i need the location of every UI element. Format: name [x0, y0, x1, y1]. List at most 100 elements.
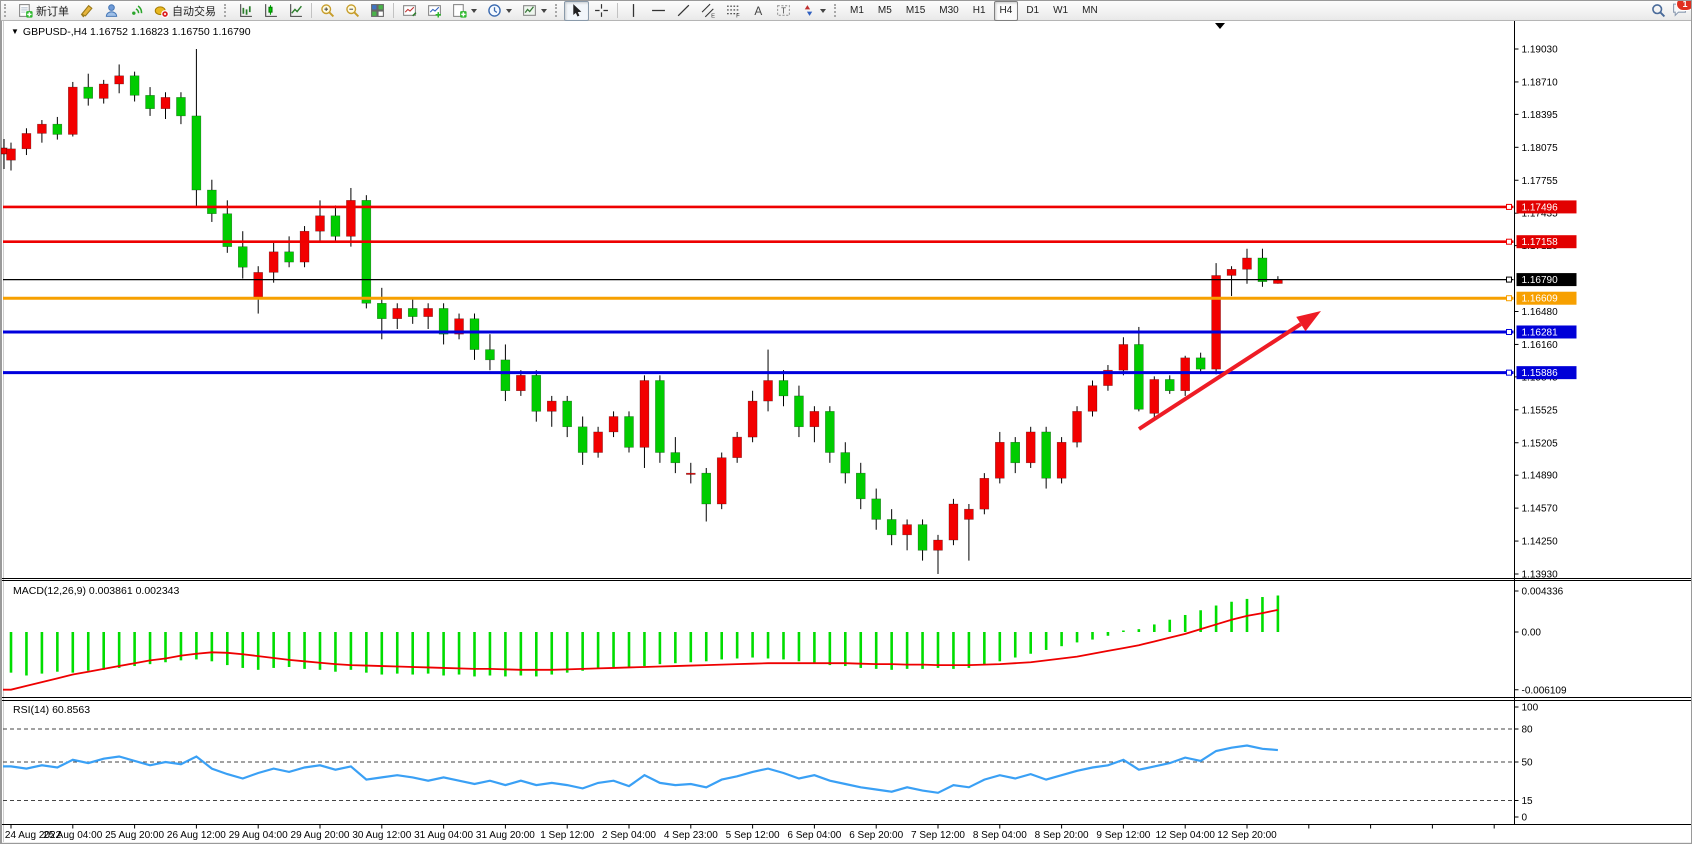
- trendline-tool-button[interactable]: [671, 1, 696, 21]
- new-chart-button[interactable]: [447, 1, 482, 21]
- bull-candle: [1119, 344, 1128, 370]
- bull-candle: [424, 308, 433, 316]
- crosshair-icon: [594, 3, 609, 18]
- timeframe-button-d1[interactable]: D1: [1020, 1, 1045, 21]
- templates-button[interactable]: [517, 1, 552, 21]
- bull-candle: [1026, 432, 1035, 463]
- bull-candle: [964, 509, 973, 519]
- svg-text:25 Aug 20:00: 25 Aug 20:00: [105, 830, 164, 841]
- chart-title: ▼GBPUSD-,H4 1.16752 1.16823 1.16750 1.16…: [11, 26, 251, 38]
- timeframe-button-m15[interactable]: M15: [900, 1, 931, 21]
- timeframe-button-h1[interactable]: H1: [967, 1, 992, 21]
- svg-text:1.16160: 1.16160: [1522, 340, 1559, 351]
- bull-candle: [686, 473, 695, 474]
- svg-text:1.14890: 1.14890: [1522, 471, 1559, 482]
- vertical-line-tool-button[interactable]: [621, 1, 646, 21]
- svg-text:1.18395: 1.18395: [1522, 110, 1559, 121]
- bear-candle: [130, 76, 139, 96]
- toolbar-grip[interactable]: [4, 4, 11, 17]
- label-tool-button[interactable]: T: [771, 1, 796, 21]
- periods-button[interactable]: [482, 1, 517, 21]
- text-a-icon: A: [751, 3, 766, 18]
- bull-candle: [393, 308, 402, 318]
- horizontal-line-icon: [651, 3, 666, 18]
- chart-frame: [1, 20, 1692, 844]
- main-toolbar: 新订单 自动交易: [1, 1, 1692, 21]
- vertical-line-icon: [626, 3, 641, 18]
- crosshair-tool-button[interactable]: [589, 1, 614, 21]
- new-order-button[interactable]: 新订单: [13, 1, 74, 21]
- notifications-button[interactable]: 1: [1672, 2, 1687, 20]
- svg-text:29 Aug 04:00: 29 Aug 04:00: [229, 830, 288, 841]
- toolbar-grip[interactable]: [224, 4, 231, 17]
- community-button[interactable]: [99, 1, 124, 21]
- svg-text:1.15205: 1.15205: [1522, 438, 1559, 449]
- bear-candle: [377, 303, 386, 318]
- chevron-down-icon: [471, 9, 477, 13]
- price-badge-1.16609: 1.16609: [1507, 292, 1577, 305]
- timeframe-button-mn[interactable]: MN: [1076, 1, 1104, 21]
- channel-tool-button[interactable]: E: [696, 1, 721, 21]
- person-icon: [104, 3, 119, 18]
- candlestick-mode-button[interactable]: [258, 1, 283, 21]
- chevron-down-icon: [506, 9, 512, 13]
- svg-text:1.16480: 1.16480: [1522, 307, 1559, 318]
- bull-candle: [161, 97, 170, 108]
- svg-text:26 Aug 12:00: 26 Aug 12:00: [167, 830, 226, 841]
- svg-text:31 Aug 20:00: 31 Aug 20:00: [476, 830, 535, 841]
- bear-candle: [192, 116, 201, 190]
- bear-candle: [470, 319, 479, 350]
- svg-text:0.00: 0.00: [1522, 628, 1542, 639]
- styler-button[interactable]: [74, 1, 99, 21]
- bear-candle: [1196, 358, 1205, 369]
- zoom-out-button[interactable]: [340, 1, 365, 21]
- svg-text:F: F: [736, 13, 740, 18]
- svg-text:4 Sep 23:00: 4 Sep 23:00: [664, 830, 718, 841]
- bull-candle: [7, 149, 16, 160]
- auto-trading-button[interactable]: 自动交易: [149, 1, 221, 21]
- tile-windows-button[interactable]: [365, 1, 390, 21]
- indicator-list-button[interactable]: [397, 1, 422, 21]
- price-badge-1.16281: 1.16281: [1507, 325, 1577, 338]
- toolbar-grip[interactable]: [555, 4, 562, 17]
- timeframe-button-w1[interactable]: W1: [1047, 1, 1074, 21]
- bear-candle: [779, 380, 788, 395]
- bear-candle: [1258, 258, 1267, 282]
- terminal-window: 新订单 自动交易: [0, 0, 1692, 844]
- fibonacci-tool-button[interactable]: F: [721, 1, 746, 21]
- search-icon[interactable]: [1651, 3, 1666, 18]
- svg-text:12 Sep 04:00: 12 Sep 04:00: [1155, 830, 1215, 841]
- bear-candle: [501, 360, 510, 391]
- arrows-tool-button[interactable]: [796, 1, 831, 21]
- bear-candle: [285, 252, 294, 262]
- equidistant-channel-icon: E: [701, 3, 716, 18]
- timeframe-button-h4[interactable]: H4: [994, 1, 1019, 21]
- zoom-in-button[interactable]: [315, 1, 340, 21]
- price-chart-canvas[interactable]: 1.190301.187101.183951.180751.177551.174…: [1, 1, 1692, 844]
- line-chart-mode-button[interactable]: [283, 1, 308, 21]
- toolbar-grip[interactable]: [834, 4, 841, 17]
- svg-text:E: E: [711, 13, 715, 18]
- timeframe-button-m5[interactable]: M5: [872, 1, 898, 21]
- timeframe-button-m1[interactable]: M1: [844, 1, 870, 21]
- text-tool-button[interactable]: A: [746, 1, 771, 21]
- bull-candle: [547, 401, 556, 411]
- cursor-tool-button[interactable]: [564, 1, 589, 21]
- bull-candle: [37, 124, 46, 133]
- svg-text:9 Sep 12:00: 9 Sep 12:00: [1096, 830, 1150, 841]
- horizontal-line-tool-button[interactable]: [646, 1, 671, 21]
- svg-text:80: 80: [1522, 725, 1534, 736]
- bull-candle: [1057, 442, 1066, 478]
- bull-candle: [640, 380, 649, 447]
- signals-button[interactable]: [124, 1, 149, 21]
- bear-candle: [84, 87, 93, 98]
- bear-candle: [655, 380, 664, 452]
- svg-text:31 Aug 04:00: 31 Aug 04:00: [414, 830, 473, 841]
- bear-candle: [578, 427, 587, 453]
- bar-chart-mode-button[interactable]: [233, 1, 258, 21]
- trendline-icon: [676, 3, 691, 18]
- timeframe-button-m30[interactable]: M30: [933, 1, 964, 21]
- collapse-triangle-icon[interactable]: ▼: [11, 27, 19, 36]
- svg-text:2 Sep 04:00: 2 Sep 04:00: [602, 830, 656, 841]
- add-indicator-button[interactable]: [422, 1, 447, 21]
